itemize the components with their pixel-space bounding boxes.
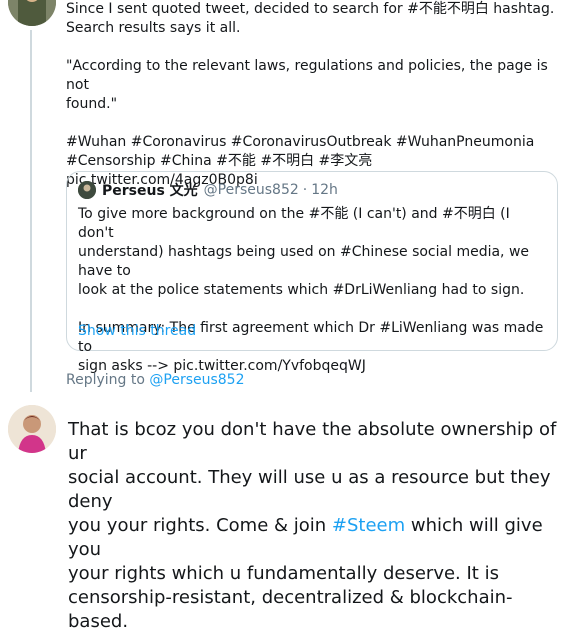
replier-avatar[interactable] (8, 405, 56, 453)
replying-to: Replying to @Perseus852 (66, 372, 245, 388)
quoted-tweet-card[interactable]: Perseus 文光 @Perseus852 · 12h To give mor… (66, 171, 558, 374)
replying-to-label: Replying to (66, 372, 150, 388)
reply-line: censorship-resistant, decentralized & bl… (68, 587, 513, 632)
quote-line: look at the police statements which #DrL… (78, 282, 525, 298)
reply-line: social account. They will use u as a res… (68, 467, 551, 512)
quoted-author-handle[interactable]: @Perseus852 (204, 182, 299, 198)
steem-hashtag-link[interactable]: #Steem (332, 515, 405, 536)
quoted-timestamp[interactable]: 12h (311, 182, 338, 198)
show-thread-link[interactable]: Show this thread (78, 323, 196, 339)
tweet-line: "According to the relevant laws, regulat… (66, 58, 548, 93)
reply-text-fragment: you your rights. Come & join (68, 515, 332, 536)
header-separator: · (302, 182, 308, 198)
tweet-line: Search results says it all. (66, 20, 241, 36)
tweet-body: Since I sent quoted tweet, decided to se… (66, 0, 566, 190)
quoted-author-name[interactable]: Perseus 文光 (102, 180, 198, 200)
reply-body: That is bcoz you don't have the absolute… (68, 418, 568, 634)
quoted-author-avatar[interactable] (78, 181, 96, 199)
replying-to-handle[interactable]: @Perseus852 (149, 372, 244, 388)
author-avatar[interactable] (8, 0, 56, 26)
reply-line: That is bcoz you don't have the absolute… (68, 419, 557, 464)
tweet-line: Since I sent quoted tweet, decided to se… (66, 1, 555, 17)
quoted-tweet-body: To give more background on the #不能 (I ca… (78, 205, 548, 376)
tweet-hashtags-line[interactable]: #Wuhan #Coronavirus #CoronavirusOutbreak… (66, 133, 566, 152)
thread-connector-line (30, 30, 32, 392)
reply-line: you your rights. Come & join #Steem whic… (68, 514, 568, 562)
quote-line: understand) hashtags being used on #Chin… (78, 244, 530, 279)
tweet-line: found." (66, 96, 118, 112)
quoted-tweet-header: Perseus 文光 @Perseus852 · 12h (78, 180, 338, 200)
reply-line: your rights which u fundamentally deserv… (68, 563, 499, 584)
quote-line: To give more background on the #不能 (I ca… (78, 206, 510, 241)
